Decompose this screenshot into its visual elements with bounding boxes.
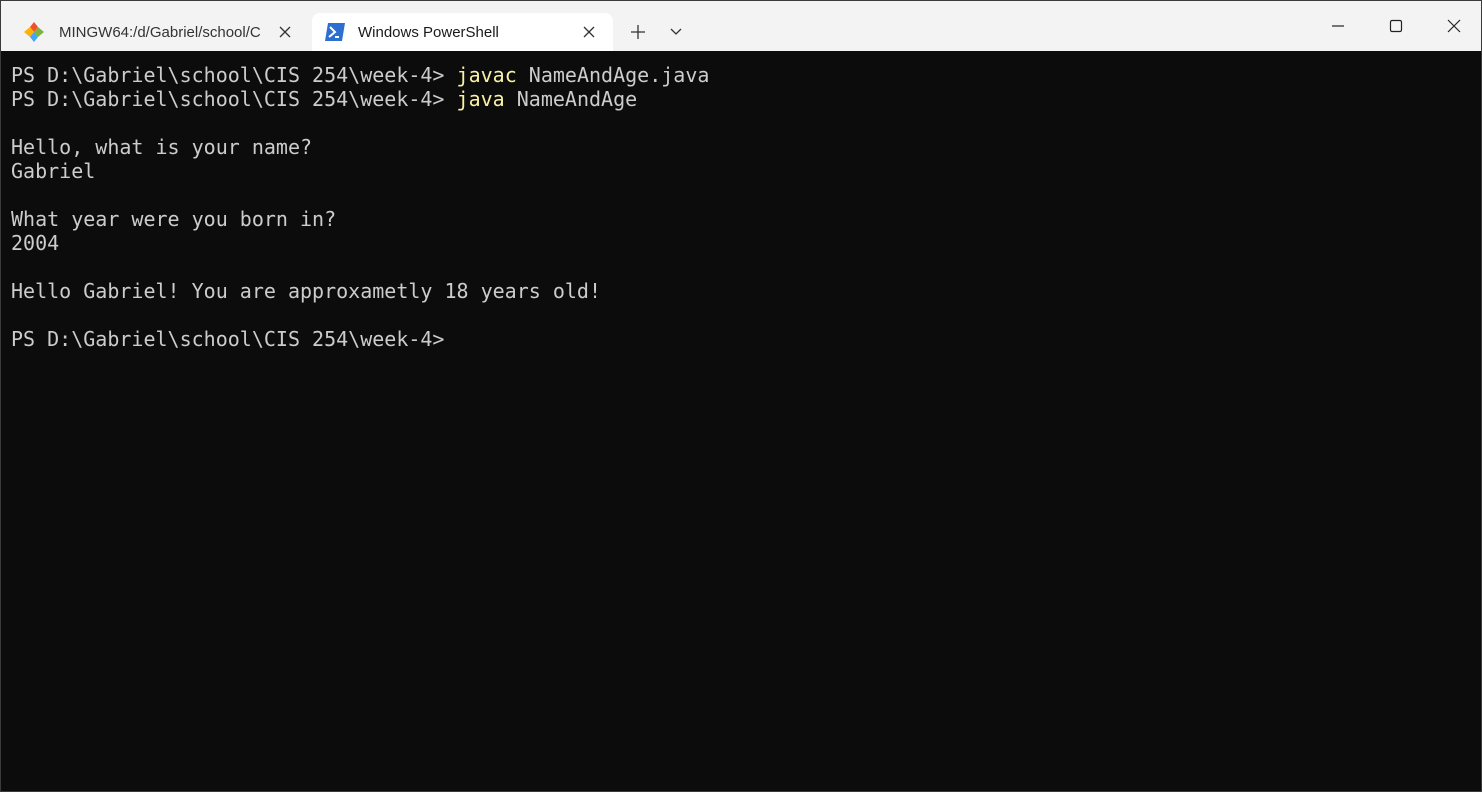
tab-mingw64[interactable]: MINGW64:/d/Gabriel/school/C — [9, 13, 309, 51]
prompt: PS D:\Gabriel\school\CIS 254\week-4> — [11, 87, 457, 111]
minimize-icon — [1332, 25, 1344, 27]
title-bar[interactable]: MINGW64:/d/Gabriel/school/C Windows Powe… — [1, 1, 1481, 51]
maximize-icon — [1389, 19, 1403, 33]
window-close-button[interactable] — [1425, 1, 1481, 51]
command-keyword: javac — [456, 63, 517, 87]
prompt: PS D:\Gabriel\school\CIS 254\week-4> — [11, 327, 445, 351]
plus-icon — [631, 25, 645, 39]
tab-dropdown-button[interactable] — [661, 18, 691, 46]
maximize-button[interactable] — [1367, 1, 1425, 51]
terminal-window: MINGW64:/d/Gabriel/school/C Windows Powe… — [0, 0, 1482, 792]
terminal-line: Gabriel — [11, 159, 96, 183]
close-icon[interactable] — [271, 18, 299, 46]
close-icon[interactable] — [575, 18, 603, 46]
chevron-down-icon — [670, 28, 682, 35]
terminal-line: PS D:\Gabriel\school\CIS 254\week-4> jav… — [11, 87, 1481, 111]
terminal-line: PS D:\Gabriel\school\CIS 254\week-4> jav… — [11, 63, 1481, 87]
terminal-line: What year were you born in? — [11, 207, 337, 231]
terminal-line: Hello, what is your name? — [11, 135, 313, 159]
prompt: PS D:\Gabriel\school\CIS 254\week-4> — [11, 63, 457, 87]
terminal-line: Hello Gabriel! You are approxametly 18 y… — [11, 279, 602, 303]
terminal-line: 2004 — [11, 231, 60, 255]
tab-windows-powershell[interactable]: Windows PowerShell — [312, 13, 613, 51]
command-args: NameAndAge.java — [516, 63, 710, 87]
terminal-prompt-line[interactable]: PS D:\Gabriel\school\CIS 254\week-4> — [11, 327, 1481, 351]
minimize-button[interactable] — [1309, 1, 1367, 51]
command-keyword: java — [456, 87, 505, 111]
new-tab-button[interactable] — [623, 18, 653, 46]
tab-title: MINGW64:/d/Gabriel/school/C — [59, 23, 261, 41]
terminal-output[interactable]: PS D:\Gabriel\school\CIS 254\week-4> jav… — [1, 51, 1481, 791]
tab-title: Windows PowerShell — [358, 23, 499, 41]
powershell-icon — [324, 21, 346, 43]
close-icon — [1447, 19, 1461, 33]
command-args: NameAndAge — [504, 87, 638, 111]
git-bash-icon — [23, 21, 45, 43]
